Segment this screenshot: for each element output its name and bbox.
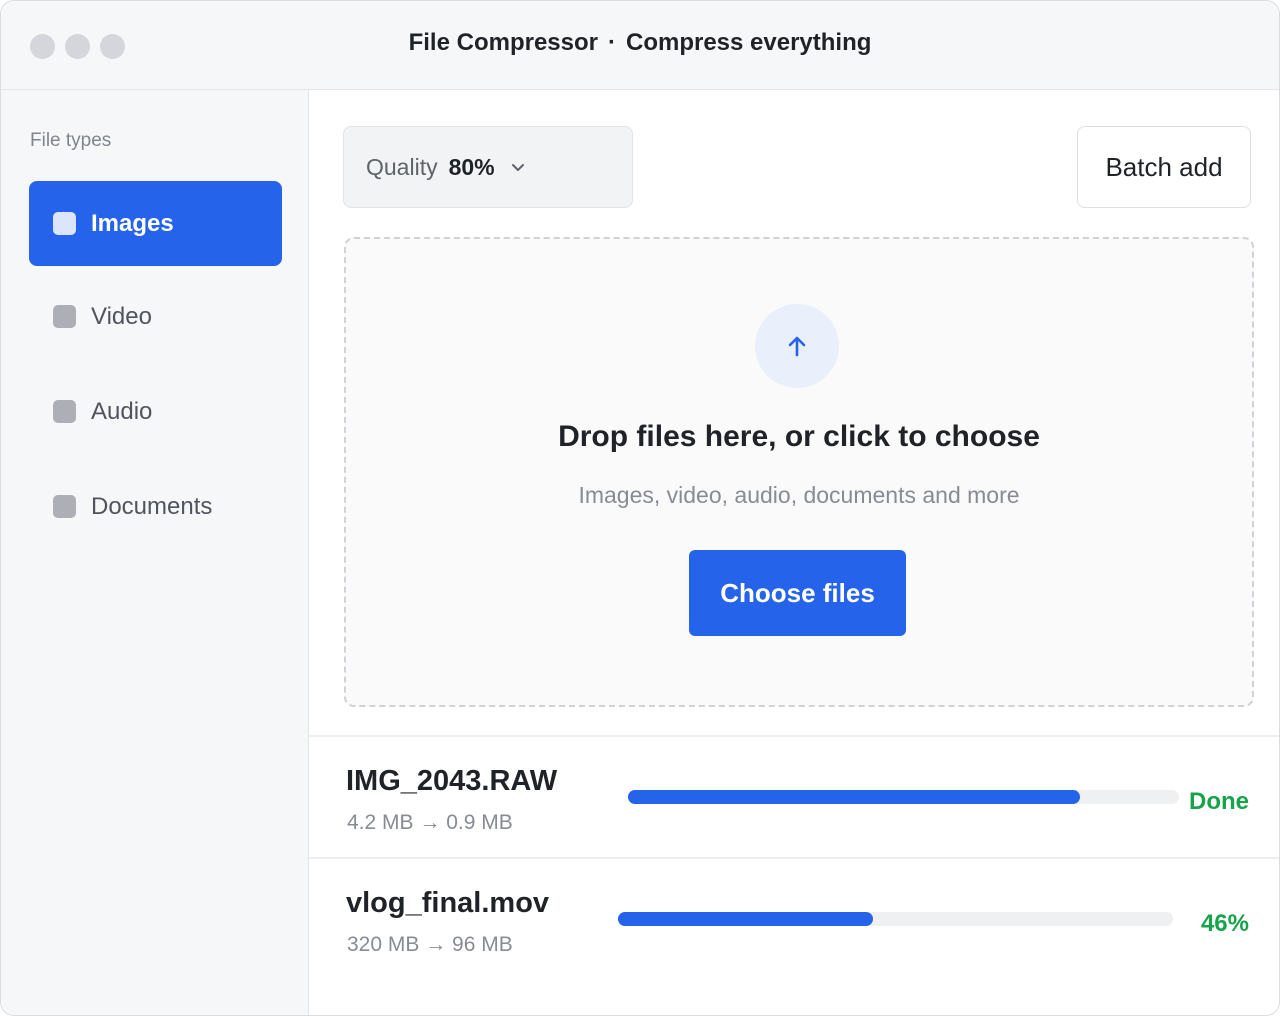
- sidebar-item-label: Documents: [91, 492, 213, 520]
- sidebar-item-video[interactable]: Video: [29, 274, 282, 359]
- sidebar-heading: File types: [30, 130, 112, 151]
- checkbox-icon: [53, 305, 76, 328]
- app-tagline: Compress everything: [625, 29, 872, 56]
- sidebar-item-audio[interactable]: Audio: [29, 369, 282, 454]
- quality-dropdown[interactable]: Quality 80%: [343, 126, 633, 208]
- file-status: Done: [1189, 788, 1249, 815]
- file-size-change: 4.2 MB → 0.9 MB: [347, 811, 513, 834]
- progress-fill: [628, 790, 1080, 804]
- main-panel: Quality 80% Batch add Drop files here, o…: [309, 90, 1279, 1015]
- upload-icon-badge: [755, 304, 839, 388]
- arrow-up-icon: [788, 336, 806, 357]
- app-window: File Compressor · Compress everything File…: [0, 0, 1280, 1016]
- chevron-down-icon: [511, 164, 524, 171]
- file-status: 46%: [1200, 910, 1249, 937]
- file-size-change: 320 MB → 96 MB: [347, 933, 513, 956]
- file-name: vlog_final.mov: [346, 887, 550, 919]
- checkbox-icon: [53, 212, 76, 235]
- choose-files-button[interactable]: Choose files: [689, 550, 906, 636]
- drop-zone[interactable]: Drop files here, or click to choose Imag…: [344, 237, 1254, 707]
- quality-value: 80%: [448, 153, 495, 180]
- progress-fill: [618, 912, 874, 926]
- window-title: File Compressor · Compress everything: [1, 29, 1279, 57]
- drop-zone-subtitle: Images, video, audio, documents and more: [578, 482, 1020, 508]
- file-row: IMG_2043.RAW 4.2 MB → 0.9 MB Done: [309, 737, 1279, 857]
- sidebar-item-label: Images: [91, 209, 174, 237]
- file-row: vlog_final.mov 320 MB → 96 MB 46%: [309, 859, 1279, 979]
- sidebar-item-images[interactable]: Images: [29, 181, 282, 266]
- file-name: IMG_2043.RAW: [346, 765, 558, 797]
- batch-add-button[interactable]: Batch add: [1077, 126, 1251, 208]
- progress-track: [618, 912, 1173, 926]
- sidebar-item-documents[interactable]: Documents: [29, 464, 282, 549]
- sidebar-item-label: Audio: [91, 397, 153, 425]
- sidebar: File types Images Video Audio Documents: [1, 90, 309, 1015]
- drop-zone-title: Drop files here, or click to choose: [558, 420, 1040, 453]
- app-name: File Compressor: [408, 29, 598, 56]
- progress-track: [628, 790, 1179, 804]
- checkbox-icon: [53, 495, 76, 518]
- quality-label: Quality: [366, 153, 438, 180]
- title-separator: ·: [607, 29, 616, 56]
- checkbox-icon: [53, 400, 76, 423]
- sidebar-item-label: Video: [91, 302, 152, 330]
- title-bar: File Compressor · Compress everything: [1, 1, 1279, 90]
